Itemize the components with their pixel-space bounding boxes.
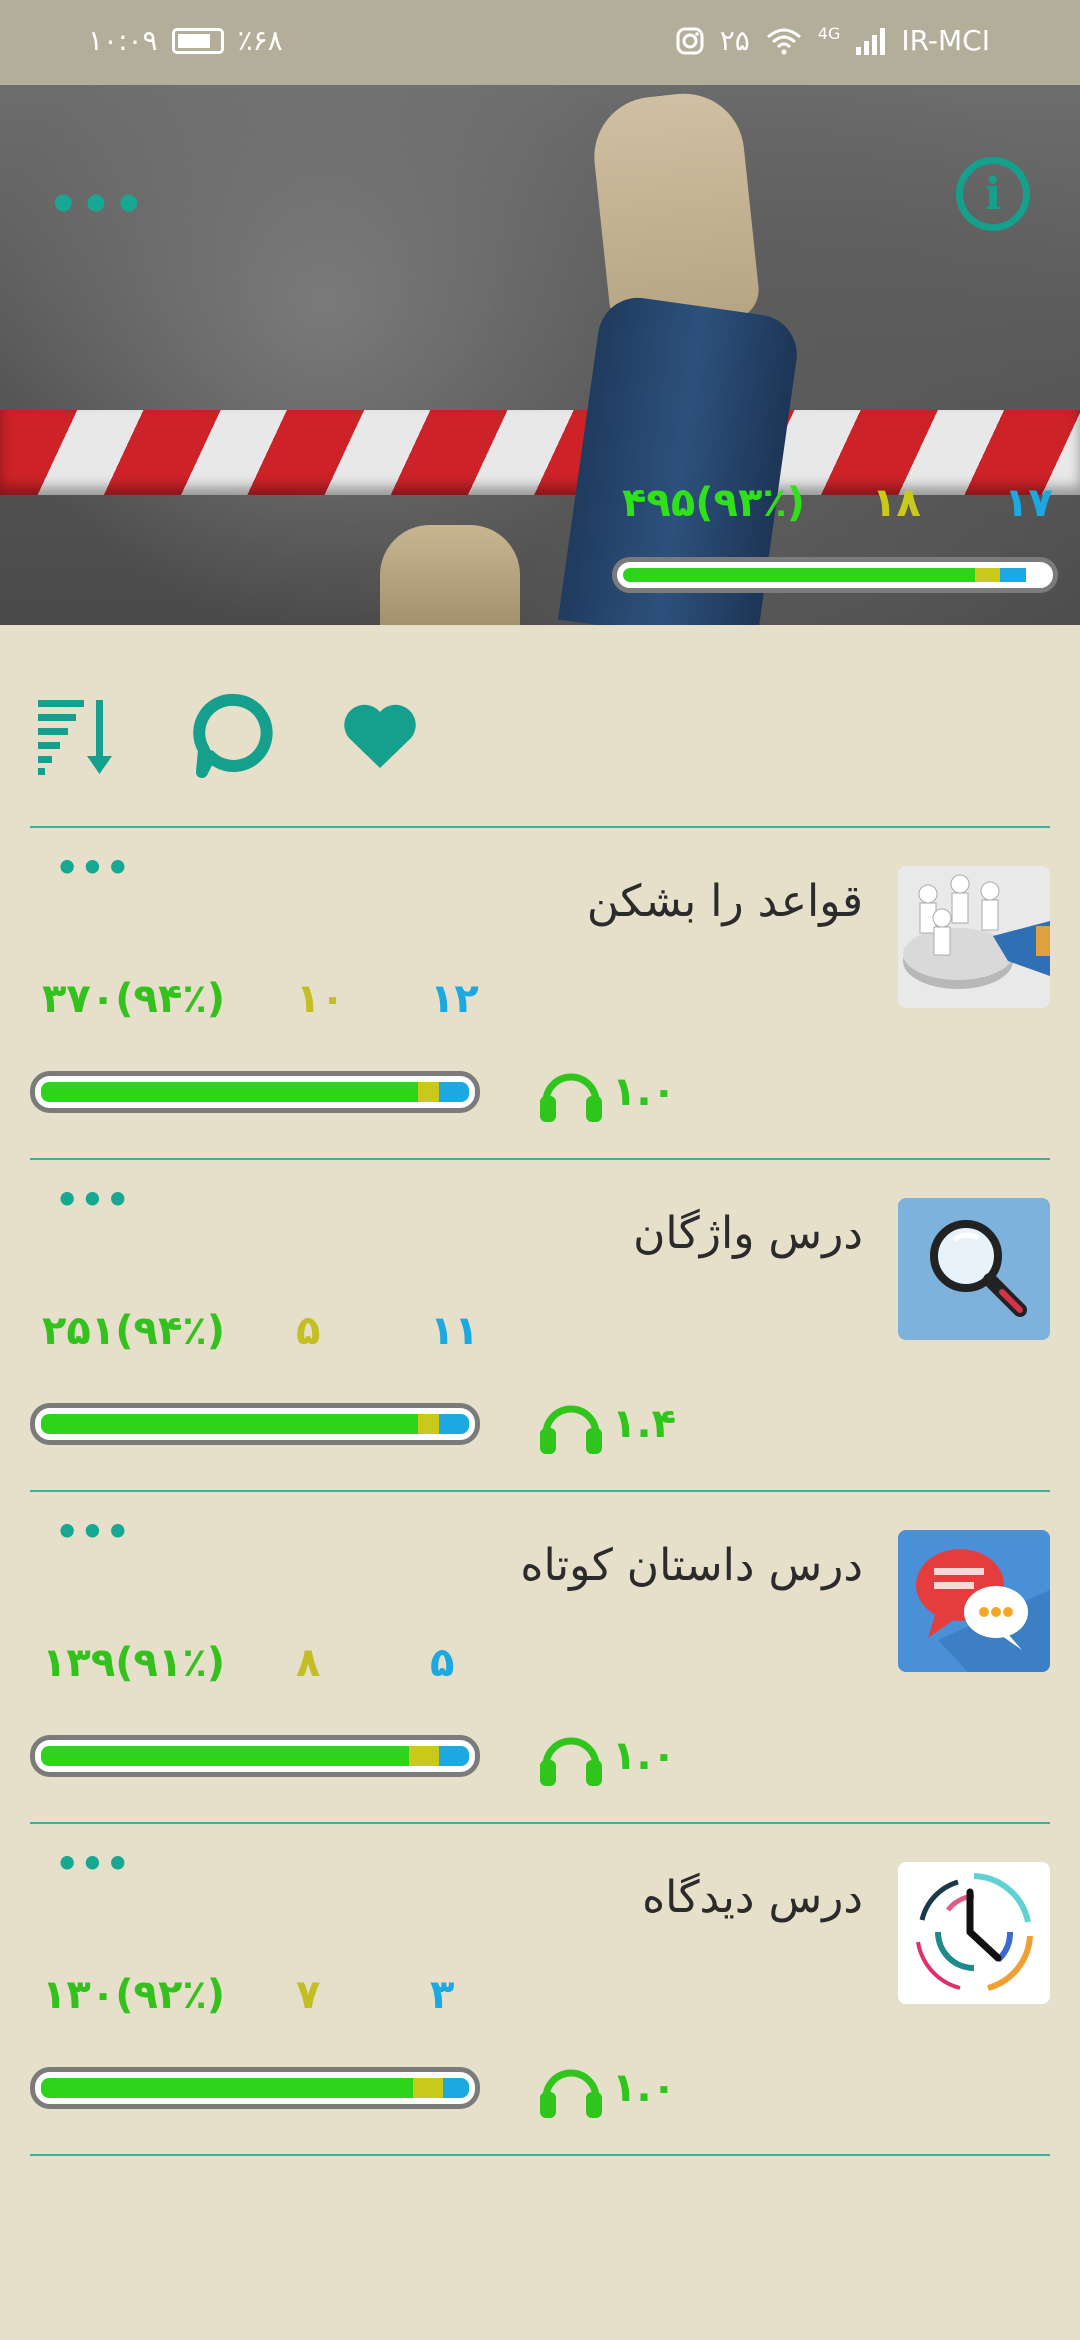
headphones-icon — [540, 1737, 602, 1786]
battery-icon — [171, 27, 224, 54]
lesson-more-icon[interactable]: ••• — [55, 1842, 131, 1886]
progress-blue — [439, 1414, 469, 1434]
lesson-score: ۱۳۰(۹۲٪) — [42, 1972, 226, 2018]
playback-speed: ۱.۰ — [612, 1733, 677, 1779]
progress-green — [41, 2078, 414, 2098]
chat-icon[interactable] — [190, 690, 280, 780]
headphones-icon — [540, 1405, 602, 1454]
headphones-icon — [540, 1073, 602, 1122]
progress-blue — [443, 2078, 469, 2098]
progress-yellow — [417, 1414, 440, 1434]
playback-speed: ۱.۰ — [612, 1069, 677, 1115]
progress-yellow — [409, 1746, 440, 1766]
status-bar: ۱۰:۰۹ ٪۶۸ ۲۵ 4G IR-MCI — [0, 0, 1080, 85]
network-type: 4G — [817, 24, 841, 43]
clock-thumb — [898, 1862, 1050, 2004]
toolbar — [30, 690, 430, 780]
header-score: ۴۹۵(۹۳٪) — [622, 480, 806, 526]
lesson-mid-count: ۱۰ — [296, 976, 345, 1022]
progress-blue — [1000, 568, 1026, 582]
magnifier-thumb — [898, 1198, 1050, 1340]
signal-icon — [856, 27, 886, 55]
carrier-name: IR-MCI — [901, 24, 990, 57]
progress-blue — [439, 1746, 469, 1766]
hero-banner: ••• i ۴۹۵(۹۳٪) ۱۸ ۱۷ — [0, 85, 1080, 625]
hero-image-shoe-back — [380, 525, 520, 625]
progress-green — [41, 1082, 418, 1102]
chat-bubbles-thumb — [898, 1530, 1050, 1672]
lesson-score: ۲۵۱(۹۴٪) — [42, 1308, 226, 1354]
sort-icon[interactable] — [30, 690, 120, 780]
lesson-progress-bar — [30, 2067, 480, 2109]
playback-speed-button[interactable]: ۱.۰ — [538, 2058, 676, 2118]
progress-green — [623, 568, 975, 582]
battery-percent: ٪۶۸ — [237, 24, 283, 57]
lesson-card[interactable]: ••• درس واژگان ۲۵۱(۹۴٪) ۵ ۱۱ ۱.۴ — [0, 1158, 1080, 1488]
clock: ۱۰:۰۹ — [88, 24, 158, 57]
playback-speed-button[interactable]: ۱.۰ — [538, 1726, 676, 1786]
lesson-title: درس دیدگاه — [642, 1872, 863, 1923]
more-options-icon[interactable]: ••• — [48, 177, 146, 233]
heart-icon[interactable] — [335, 690, 425, 780]
lesson-progress-bar — [30, 1071, 480, 1113]
header-new-count: ۱۷ — [1004, 480, 1053, 526]
header-mid-count: ۱۸ — [872, 480, 921, 526]
playback-speed: ۱.۰ — [612, 2065, 677, 2111]
lesson-new-count: ۳ — [430, 1972, 455, 2018]
lesson-new-count: ۱۱ — [430, 1308, 479, 1354]
wifi-icon — [766, 28, 801, 54]
progress-green — [41, 1746, 410, 1766]
lesson-title: درس داستان کوتاه — [520, 1540, 863, 1591]
lesson-score: ۳۷۰(۹۴٪) — [42, 976, 226, 1022]
business-people-thumb — [898, 866, 1050, 1008]
lesson-new-count: ۱۲ — [430, 976, 479, 1022]
lesson-new-count: ۵ — [430, 1640, 455, 1686]
lesson-card[interactable]: ••• قواعد را بشکن ۳۷۰(۹۴٪) ۱۰ ۱۲ ۱.۰ — [0, 826, 1080, 1156]
progress-yellow — [413, 2078, 444, 2098]
lesson-title: قواعد را بشکن — [586, 876, 863, 927]
info-icon[interactable]: i — [956, 157, 1030, 231]
progress-blue — [439, 1082, 469, 1102]
playback-speed-button[interactable]: ۱.۰ — [538, 1062, 676, 1122]
lesson-mid-count: ۷ — [296, 1972, 321, 2018]
header-progress-bar — [612, 557, 1058, 593]
progress-yellow — [974, 568, 1001, 582]
lesson-card[interactable]: ••• درس داستان کوتاه ۱۳۹(۹۱٪) ۸ ۵ ۱.۰ — [0, 1490, 1080, 1820]
lesson-more-icon[interactable]: ••• — [55, 1178, 131, 1222]
lesson-more-icon[interactable]: ••• — [55, 846, 131, 890]
headphones-icon — [540, 2069, 602, 2118]
hero-image-shoe — [588, 87, 762, 333]
lesson-more-icon[interactable]: ••• — [55, 1510, 131, 1554]
playback-speed: ۱.۴ — [612, 1401, 677, 1447]
progress-green — [41, 1414, 418, 1434]
lesson-card[interactable]: ••• درس دیدگاه ۱۳۰(۹۲٪) ۷ ۳ ۱.۰ — [0, 1822, 1080, 2152]
lesson-progress-bar — [30, 1735, 480, 1777]
lesson-progress-bar — [30, 1403, 480, 1445]
progress-yellow — [417, 1082, 440, 1102]
instagram-icon — [676, 27, 704, 54]
lesson-mid-count: ۵ — [296, 1308, 321, 1354]
playback-speed-button[interactable]: ۱.۴ — [538, 1394, 676, 1454]
divider — [30, 2154, 1050, 2156]
notification-count: ۲۵ — [719, 24, 750, 57]
lesson-title: درس واژگان — [633, 1208, 863, 1259]
lesson-score: ۱۳۹(۹۱٪) — [42, 1640, 226, 1686]
lesson-mid-count: ۸ — [296, 1640, 321, 1686]
